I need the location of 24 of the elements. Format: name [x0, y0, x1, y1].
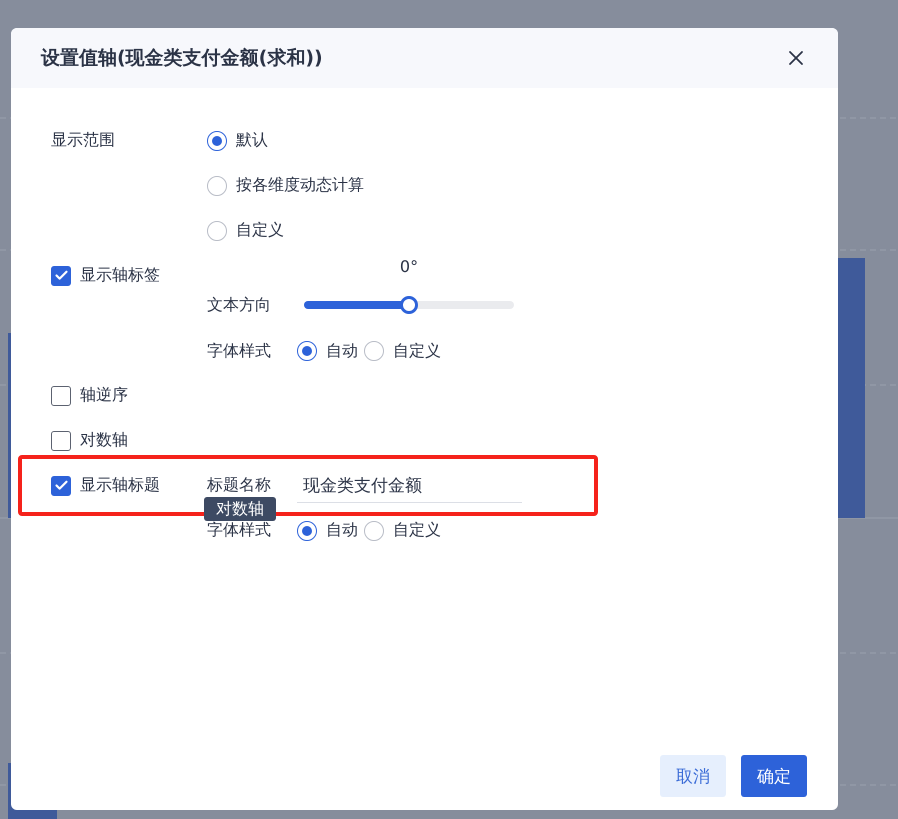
field-label: 显示范围: [51, 130, 115, 151]
checkbox[interactable]: 轴逆序: [51, 385, 128, 406]
radio-option[interactable]: 默认: [207, 130, 268, 151]
confirm-button[interactable]: 确定: [741, 755, 807, 797]
checkbox[interactable]: 显示轴标题: [51, 475, 160, 496]
title-name-field[interactable]: 现金类支付金额: [297, 468, 522, 502]
field-label: 标题名称: [207, 475, 272, 496]
slider-reading: 0°: [400, 256, 418, 276]
radio-option[interactable]: 自定义: [207, 220, 284, 241]
radio-option[interactable]: 自动: [297, 520, 358, 541]
checkbox[interactable]: 对数轴: [51, 430, 128, 451]
slider-thumb[interactable]: [400, 296, 418, 314]
radio-option[interactable]: 自动: [297, 340, 358, 362]
slider[interactable]: [304, 296, 514, 314]
field-label: 字体样式: [207, 340, 272, 362]
dialog-title: 设置值轴(现金类支付金额(求和)): [41, 46, 323, 71]
field-label: 字体样式: [207, 520, 272, 541]
cancel-button[interactable]: 取消: [660, 755, 726, 797]
field-label: 文本方向: [207, 294, 272, 316]
radio-option[interactable]: 自定义: [364, 520, 441, 541]
radio-option[interactable]: 自定义: [364, 340, 441, 362]
radio-option[interactable]: 按各维度动态计算: [207, 175, 364, 196]
tooltip: 对数轴: [204, 497, 276, 521]
checkbox[interactable]: 显示轴标签: [51, 265, 160, 286]
